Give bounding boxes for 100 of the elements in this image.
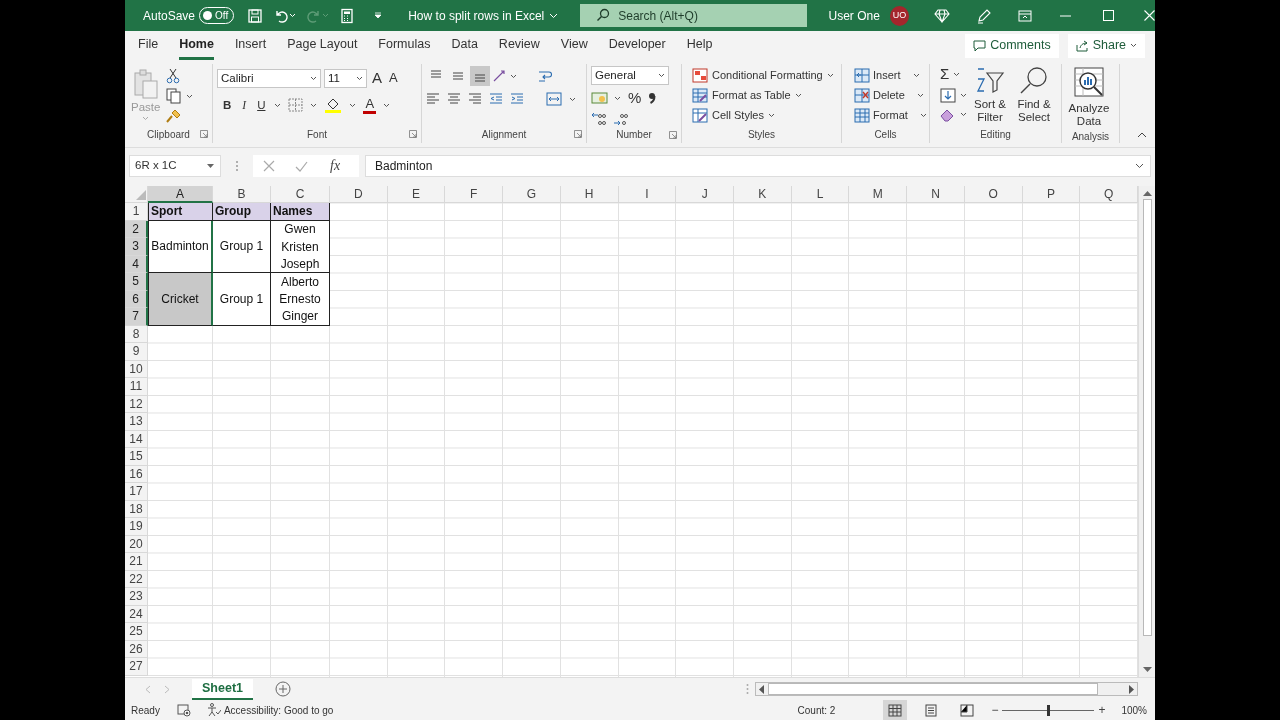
row-header[interactable]: 27 bbox=[125, 658, 148, 676]
sort-filter-icon[interactable] bbox=[975, 66, 1005, 96]
caret-icon[interactable] bbox=[356, 75, 363, 81]
scroll-right-icon[interactable] bbox=[1128, 684, 1134, 694]
analyze-data-button[interactable]: Analyze Data bbox=[1066, 66, 1112, 130]
minimize-icon[interactable] bbox=[1060, 14, 1071, 17]
eraser-icon[interactable] bbox=[940, 107, 956, 122]
page-break-icon[interactable] bbox=[960, 703, 975, 717]
column-header[interactable]: K bbox=[734, 186, 792, 203]
accessibility-button[interactable]: Accessibility: Good to go bbox=[206, 702, 334, 718]
caret-icon[interactable] bbox=[569, 96, 576, 102]
column-header[interactable]: I bbox=[618, 186, 677, 203]
column-header[interactable]: D bbox=[330, 186, 388, 203]
comments-button[interactable]: Comments bbox=[965, 33, 1059, 58]
font-size-field[interactable]: 11 bbox=[324, 68, 367, 88]
cells-menu-button[interactable]: Insert bbox=[852, 66, 929, 85]
macro-record-icon[interactable] bbox=[176, 703, 191, 717]
search-icon[interactable] bbox=[596, 8, 611, 22]
shrink-font-button[interactable]: A bbox=[387, 69, 400, 88]
fill-color-icon[interactable] bbox=[324, 97, 343, 114]
collapse-ribbon-icon[interactable] bbox=[1137, 131, 1147, 138]
fill-icon[interactable] bbox=[940, 87, 956, 103]
format-painter-icon[interactable] bbox=[166, 108, 183, 124]
row-header[interactable]: 17 bbox=[125, 483, 148, 501]
dialog-launcher-icon[interactable] bbox=[574, 130, 582, 138]
increase-indent-icon[interactable] bbox=[510, 92, 524, 106]
caret-icon[interactable] bbox=[1130, 43, 1137, 48]
zoom-slider-thumb[interactable] bbox=[1046, 704, 1050, 716]
insert-cells-icon[interactable] bbox=[854, 68, 870, 83]
zoom-level[interactable]: 100% bbox=[1121, 702, 1147, 718]
accessibility-icon[interactable] bbox=[206, 703, 221, 717]
dialog-launcher-icon[interactable] bbox=[200, 130, 208, 138]
dialog-launcher-icon[interactable] bbox=[669, 130, 677, 139]
zoom-in-button[interactable]: + bbox=[1098, 701, 1106, 719]
delete-cells-icon[interactable] bbox=[854, 88, 870, 103]
conditional-formatting-icon[interactable] bbox=[692, 68, 708, 83]
caret-icon[interactable] bbox=[919, 113, 927, 118]
page-layout-icon[interactable] bbox=[924, 703, 939, 717]
grow-font-button[interactable]: A bbox=[370, 68, 384, 89]
insert-function-button[interactable]: fx bbox=[328, 156, 343, 176]
caret-icon[interactable] bbox=[916, 93, 924, 98]
ribbon-tab[interactable]: File bbox=[138, 31, 159, 60]
format-cells-icon[interactable] bbox=[854, 108, 870, 123]
ribbon-tab[interactable]: Page Layout bbox=[287, 31, 358, 60]
worksheet-grid[interactable]: A B C D E F G H I J K L M N O P Q 1 2 3 4 5 6 7 8 9 10 11 12 13 14 15 16 17 18 19 20 21 22 23 24 25 26 27 Sport Group Names Badminton Group 1 Gwen Kristen Joseph Cricket Group 1 Alberto Ernesto Ginger bbox=[125, 186, 1138, 677]
caret-icon[interactable] bbox=[614, 95, 621, 101]
column-header[interactable]: H bbox=[560, 186, 619, 203]
cut-icon[interactable] bbox=[166, 68, 181, 84]
font-color-button[interactable]: A bbox=[363, 96, 377, 114]
comma-style-icon[interactable] bbox=[648, 91, 657, 106]
column-header[interactable]: G bbox=[503, 186, 561, 203]
caret-icon[interactable] bbox=[826, 73, 834, 78]
add-sheet-icon[interactable] bbox=[275, 681, 291, 697]
row-header[interactable]: 7 bbox=[125, 308, 148, 326]
expand-icon[interactable] bbox=[1135, 163, 1144, 169]
ribbon-tab[interactable]: Data bbox=[451, 31, 478, 60]
normal-view-icon[interactable] bbox=[888, 703, 903, 717]
clipboard-icon[interactable] bbox=[132, 69, 159, 99]
ribbon-tab[interactable]: Formulas bbox=[378, 31, 431, 60]
caret-icon[interactable] bbox=[960, 112, 967, 117]
search-field[interactable]: Search (Alt+Q) bbox=[580, 4, 808, 27]
caret-icon[interactable] bbox=[658, 73, 665, 78]
analyze-data-icon[interactable] bbox=[1073, 66, 1105, 100]
row-header[interactable]: 19 bbox=[125, 518, 148, 536]
autosum-button[interactable]: Σ bbox=[940, 66, 950, 83]
caret-icon[interactable] bbox=[349, 102, 357, 108]
caret-icon[interactable] bbox=[310, 75, 317, 81]
share-button[interactable]: Share bbox=[1067, 33, 1145, 58]
view-button[interactable] bbox=[883, 700, 908, 720]
name-box[interactable]: 6R x 1C bbox=[129, 155, 221, 177]
scroll-down-icon[interactable] bbox=[1142, 666, 1152, 673]
pen-icon[interactable] bbox=[976, 7, 992, 24]
decrease-decimal-icon[interactable] bbox=[613, 111, 629, 126]
orientation-icon[interactable] bbox=[492, 69, 508, 83]
ribbon-tab[interactable]: Help bbox=[686, 31, 713, 60]
find-select-button[interactable]: Find & Select bbox=[1013, 66, 1055, 126]
styles-menu-button[interactable]: Cell Styles bbox=[690, 106, 836, 125]
ribbon-tab[interactable]: Developer bbox=[608, 31, 666, 60]
row-header[interactable]: 25 bbox=[125, 623, 148, 641]
decrease-indent-icon[interactable] bbox=[489, 92, 503, 106]
increase-decimal-icon[interactable] bbox=[591, 111, 607, 126]
styles-menu-button[interactable]: Conditional Formatting bbox=[690, 66, 836, 85]
formula-field[interactable]: Badminton bbox=[365, 155, 1151, 177]
underline-button[interactable]: U bbox=[255, 96, 268, 114]
copy-icon[interactable] bbox=[166, 88, 183, 104]
cell-styles-icon[interactable] bbox=[692, 108, 708, 123]
sheet-tab[interactable]: Sheet1 bbox=[192, 678, 253, 700]
wrap-text-icon[interactable] bbox=[537, 69, 553, 83]
font-name-field[interactable]: Calibri bbox=[217, 68, 321, 88]
row-header[interactable]: 15 bbox=[125, 448, 148, 466]
cells-menu-button[interactable]: Format bbox=[852, 106, 929, 125]
merge-center-icon[interactable] bbox=[546, 92, 562, 106]
comment-icon[interactable] bbox=[973, 39, 987, 52]
scroll-up-icon[interactable] bbox=[1142, 190, 1152, 197]
row-header[interactable]: 23 bbox=[125, 588, 148, 606]
column-header[interactable]: O bbox=[964, 186, 1023, 203]
row-header[interactable]: 1 bbox=[125, 203, 148, 221]
row-header[interactable]: 13 bbox=[125, 413, 148, 431]
column-header[interactable]: Q bbox=[1080, 186, 1138, 203]
customize-icon[interactable] bbox=[374, 12, 383, 19]
